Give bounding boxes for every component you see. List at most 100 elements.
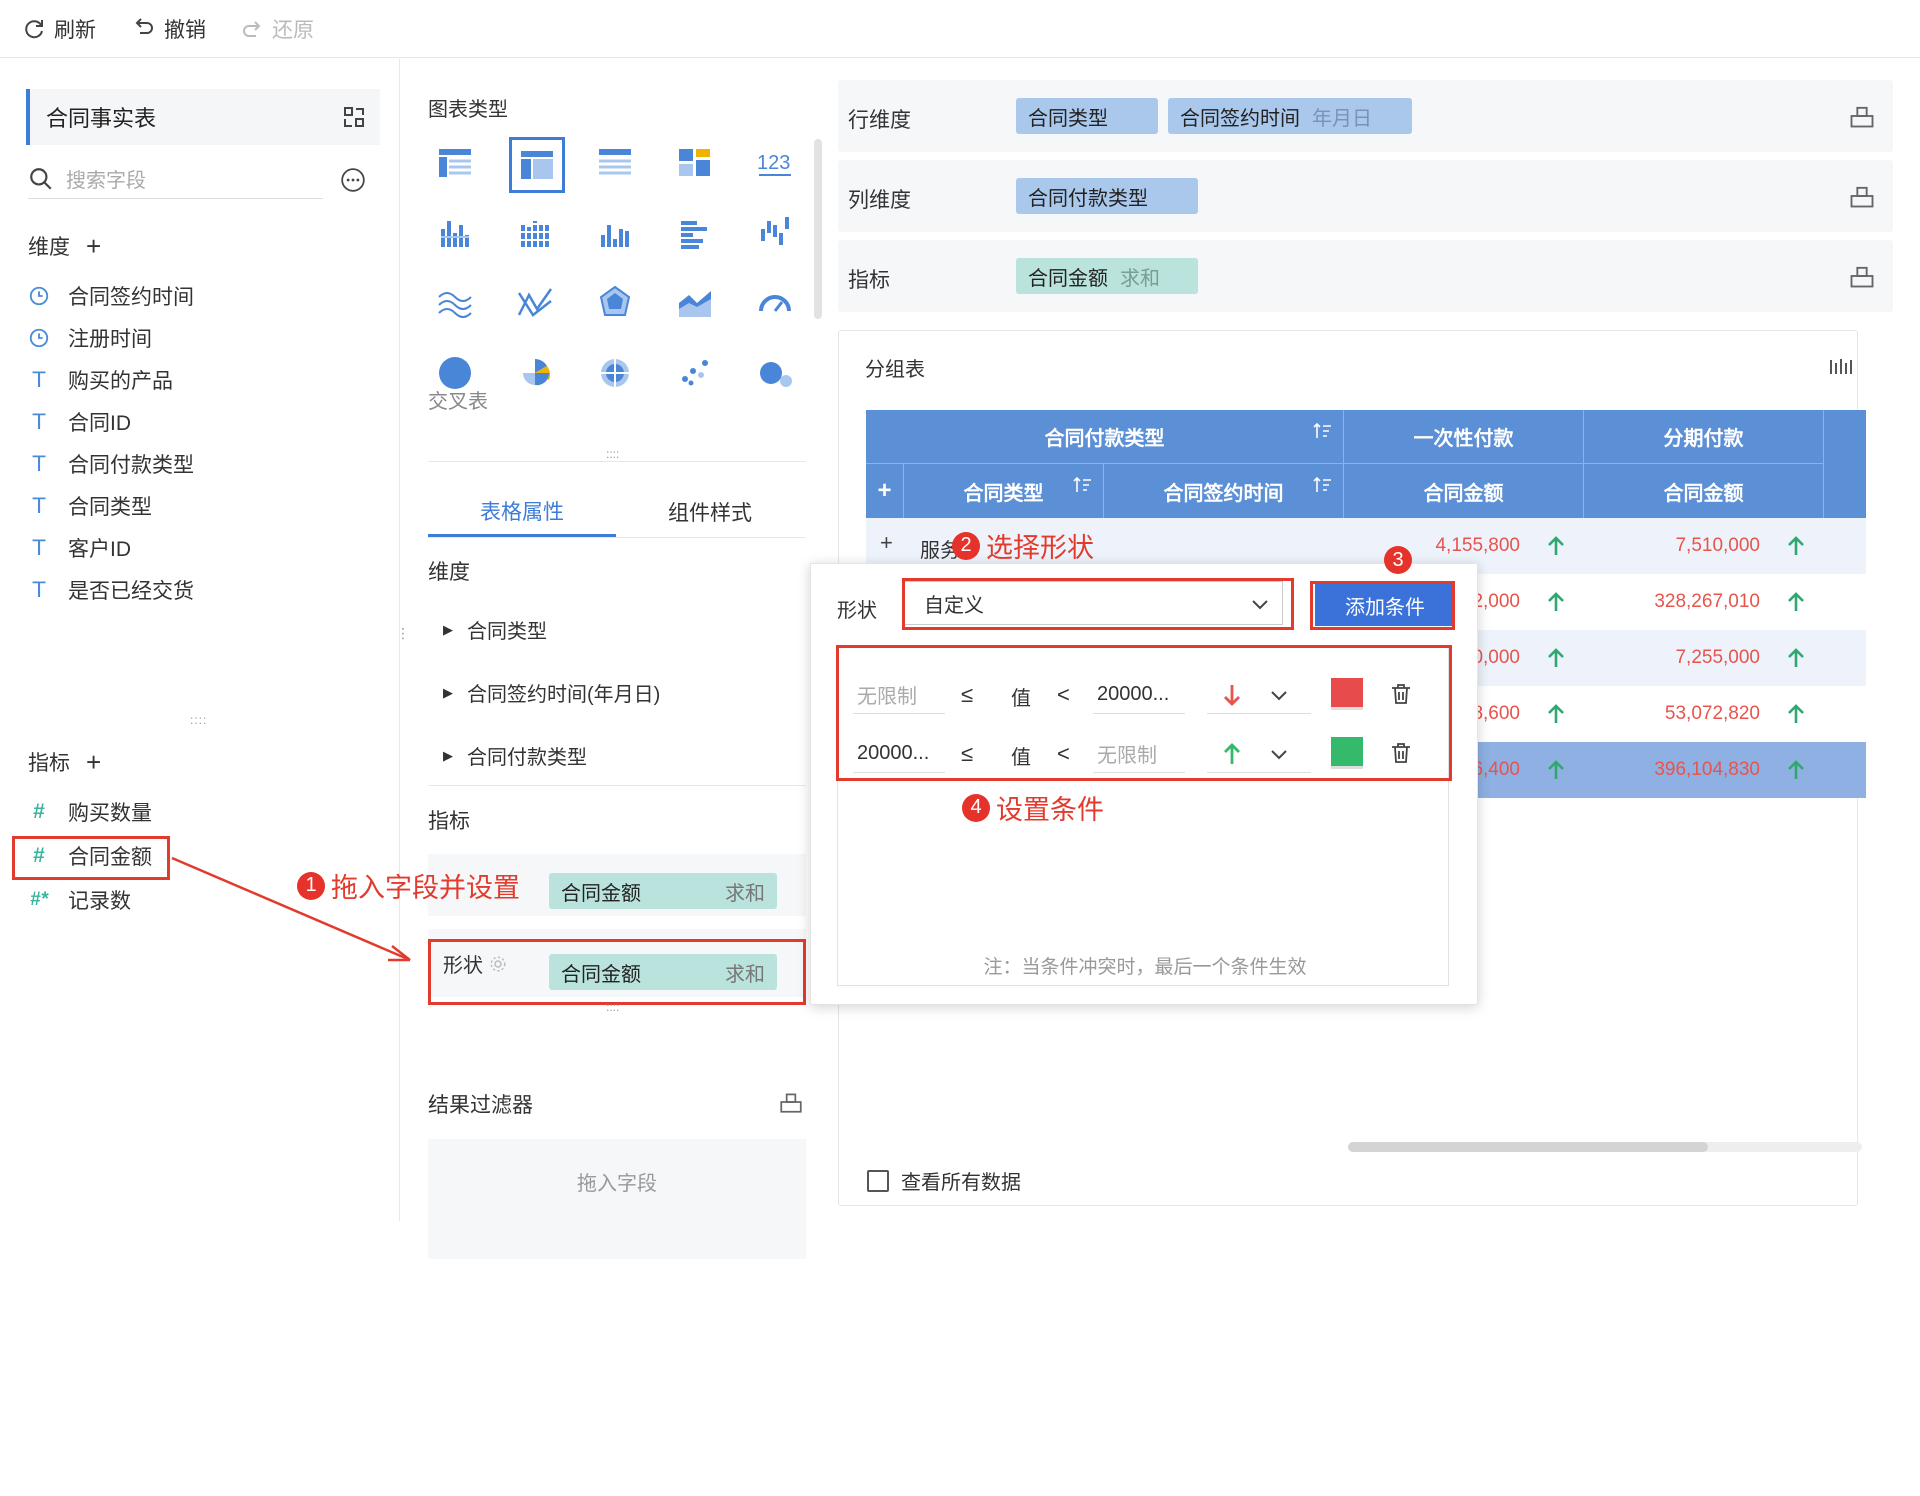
dimension-field[interactable]: T 客户ID bbox=[28, 533, 131, 563]
line-chart-icon[interactable] bbox=[513, 281, 557, 325]
header-payment-type-text: 合同付款类型 bbox=[1044, 428, 1165, 450]
switch-dataset-icon[interactable] bbox=[342, 105, 366, 129]
caret-right-icon: ▶ bbox=[443, 747, 453, 763]
row-dim-pill-2[interactable]: 合同签约时间 年月日 bbox=[1168, 98, 1412, 134]
caret-right-icon: ▶ bbox=[443, 621, 453, 637]
wave-chart-icon[interactable] bbox=[433, 281, 477, 325]
metric-bar-pill-name: 合同金额 bbox=[1028, 267, 1108, 290]
table-icon[interactable] bbox=[433, 141, 477, 185]
annotation-text-2: 选择形状 bbox=[986, 533, 1094, 563]
area-chart-icon[interactable] bbox=[673, 281, 717, 325]
table-scrollbar-track[interactable] bbox=[1348, 1142, 1862, 1152]
view-all-data[interactable]: 查看所有数据 bbox=[867, 1166, 1021, 1195]
highlight-box-field bbox=[12, 836, 170, 880]
arrow-up-icon bbox=[1546, 703, 1566, 725]
dimension-field-label: 客户ID bbox=[68, 538, 131, 561]
metric-field[interactable]: # 购买数量 bbox=[28, 797, 152, 827]
svg-text:123: 123 bbox=[757, 152, 790, 174]
sunburst-icon[interactable] bbox=[593, 351, 637, 395]
dimension-item[interactable]: ▶ 合同签约时间(年月日) bbox=[443, 678, 660, 707]
header-sign-time[interactable]: 合同签约时间 bbox=[1104, 464, 1344, 518]
annotation-badge-4: 4 bbox=[962, 793, 990, 822]
header-amount-once[interactable]: 合同金额 bbox=[1344, 464, 1584, 518]
view-all-checkbox[interactable] bbox=[867, 1169, 889, 1192]
highlight-box-conditions bbox=[836, 645, 1452, 781]
field-search[interactable]: 搜索字段 bbox=[28, 159, 323, 199]
clock-icon bbox=[28, 327, 50, 349]
col-dim-settings-icon[interactable] bbox=[1848, 182, 1876, 210]
add-dimension-icon[interactable]: + bbox=[86, 233, 101, 259]
pivot-table-icon[interactable] bbox=[509, 137, 565, 193]
arrow-up-icon bbox=[1546, 647, 1566, 669]
metric-bar-settings-icon[interactable] bbox=[1848, 262, 1876, 290]
number-icon[interactable]: 123 bbox=[753, 141, 797, 185]
refresh-button[interactable]: 刷新 bbox=[22, 14, 96, 44]
chart-type-scrollbar[interactable] bbox=[814, 139, 822, 319]
dimension-field[interactable]: 注册时间 bbox=[28, 323, 152, 353]
filter-drop-zone[interactable]: 拖入字段 bbox=[428, 1139, 806, 1259]
dimension-field[interactable]: T 合同ID bbox=[28, 407, 131, 437]
filter-settings-icon[interactable] bbox=[778, 1089, 804, 1115]
search-input[interactable]: 搜索字段 bbox=[66, 164, 146, 193]
gauge-icon[interactable] bbox=[753, 281, 797, 325]
dimension-field[interactable]: T 合同类型 bbox=[28, 491, 152, 521]
scatter-icon[interactable] bbox=[673, 351, 717, 395]
metric-field-label: 购买数量 bbox=[68, 802, 152, 825]
row-dim-pill-1[interactable]: 合同类型 bbox=[1016, 98, 1158, 134]
header-filler[interactable] bbox=[1824, 410, 1866, 518]
header-installment[interactable]: 分期付款 bbox=[1584, 410, 1824, 464]
grouped-bar-icon[interactable] bbox=[433, 211, 477, 255]
text-type-icon: T bbox=[32, 452, 46, 476]
dimension-field[interactable]: T 是否已经交货 bbox=[28, 575, 194, 605]
dimension-item[interactable]: ▶ 合同付款类型 bbox=[443, 741, 587, 770]
waterfall-icon[interactable] bbox=[753, 211, 797, 255]
metric-field[interactable]: #* 记录数 bbox=[28, 885, 131, 915]
dimension-item-label: 合同签约时间(年月日) bbox=[467, 684, 661, 706]
annotation-arrow bbox=[171, 856, 411, 962]
undo-button[interactable]: 撤销 bbox=[132, 14, 206, 44]
arrow-up-icon bbox=[1786, 647, 1806, 669]
expand-all-button[interactable]: + bbox=[866, 464, 904, 518]
dimension-field[interactable]: 合同签约时间 bbox=[28, 281, 194, 311]
header-amount-inst[interactable]: 合同金额 bbox=[1584, 464, 1824, 518]
header-one-time[interactable]: 一次性付款 bbox=[1344, 410, 1584, 464]
add-metric-icon[interactable]: + bbox=[86, 749, 101, 775]
tab-component-style[interactable]: 组件样式 bbox=[616, 487, 804, 537]
bubble-icon[interactable] bbox=[753, 351, 797, 395]
arrow-up-icon bbox=[1786, 591, 1806, 613]
stacked-bar-icon[interactable] bbox=[513, 211, 557, 255]
kpi-card-icon[interactable] bbox=[673, 141, 717, 185]
header-contract-type[interactable]: 合同类型 bbox=[904, 464, 1104, 518]
dimension-item[interactable]: ▶ 合同类型 bbox=[443, 615, 547, 644]
column-chart-icon[interactable] bbox=[593, 211, 637, 255]
metric-pill[interactable]: 合同金额 求和 bbox=[549, 873, 777, 909]
bar-chart-icon[interactable] bbox=[673, 211, 717, 255]
row-dim-settings-icon[interactable] bbox=[1848, 102, 1876, 130]
undo-label: 撤销 bbox=[164, 19, 206, 42]
header-amount-once-text: 合同金额 bbox=[1423, 482, 1504, 505]
column-settings-icon[interactable] bbox=[1829, 357, 1855, 377]
metric-field-label: 记录数 bbox=[68, 890, 131, 913]
rose-chart-icon[interactable] bbox=[513, 351, 557, 395]
col-dim-pill-1[interactable]: 合同付款类型 bbox=[1016, 178, 1198, 214]
resize-handle[interactable]: :::: bbox=[190, 713, 207, 727]
metric-bar-pill[interactable]: 合同金额 求和 bbox=[1016, 258, 1198, 294]
text-type-icon: T bbox=[32, 578, 46, 602]
expand-row-button[interactable]: + bbox=[880, 530, 893, 556]
redo-button[interactable]: 还原 bbox=[240, 14, 314, 44]
dataset-selector[interactable]: 合同事实表 bbox=[26, 89, 380, 145]
table-title: 分组表 bbox=[865, 359, 925, 381]
table-cell: 328,267,010 bbox=[1654, 591, 1760, 612]
resize-handle-mid2[interactable]: :::: bbox=[606, 1000, 619, 1014]
arrow-up-icon bbox=[1546, 759, 1566, 781]
resize-handle-mid[interactable]: :::: bbox=[606, 447, 619, 461]
detail-table-icon[interactable] bbox=[593, 141, 637, 185]
text-type-icon: T bbox=[32, 368, 46, 392]
dimension-field[interactable]: T 合同付款类型 bbox=[28, 449, 194, 479]
dimension-field[interactable]: T 购买的产品 bbox=[28, 365, 173, 395]
more-icon[interactable] bbox=[340, 167, 366, 193]
radar-chart-icon[interactable] bbox=[593, 281, 637, 325]
text-type-icon: T bbox=[32, 536, 46, 560]
tab-table-attributes[interactable]: 表格属性 bbox=[428, 487, 616, 537]
header-payment-type[interactable]: 合同付款类型 bbox=[866, 410, 1344, 464]
